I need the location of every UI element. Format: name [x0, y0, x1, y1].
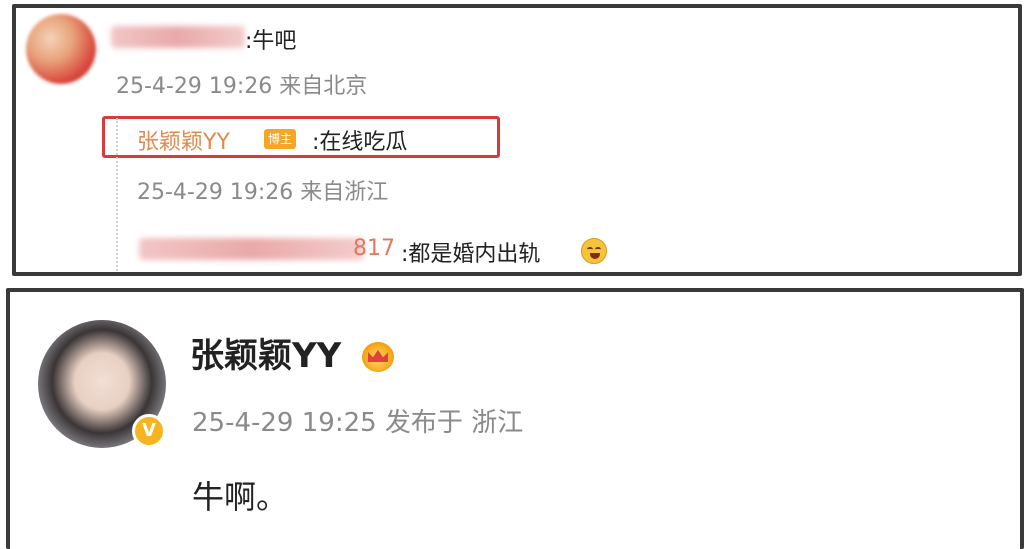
crown-icon — [362, 342, 394, 372]
comment-thread-panel: :牛吧 25-4-29 19:26 来自北京 张颖颖YY 博主 :在线吃瓜 25… — [12, 4, 1022, 276]
reply2-text: :都是婚内出轨 — [401, 242, 541, 267]
commenter-avatar[interactable] — [26, 14, 96, 84]
post-panel: V 张颖颖YY 25-4-29 19:25 发布于 浙江 牛啊。 — [6, 288, 1024, 549]
post-author-name[interactable]: 张颖颖YY — [190, 328, 341, 377]
post-body: 牛啊。 — [192, 478, 289, 516]
thread-divider — [116, 118, 118, 272]
verified-badge-icon: V — [132, 414, 166, 448]
comment-text: :牛吧 — [245, 29, 297, 54]
reply-timestamp: 25-4-29 19:26 来自浙江 — [137, 180, 389, 205]
comment-timestamp: 25-4-29 19:26 来自北京 — [116, 74, 368, 99]
post-meta: 25-4-29 19:25 发布于 浙江 — [192, 408, 524, 438]
author-badge: 博主 — [264, 129, 297, 149]
commenter-name-blurred[interactable] — [111, 26, 245, 48]
reply-text: :在线吃瓜 — [312, 130, 408, 155]
reply2-name-suffix[interactable]: 817 — [353, 236, 395, 261]
reply-author-name[interactable]: 张颖颖YY — [137, 124, 230, 156]
reply2-name-blurred[interactable] — [139, 238, 364, 260]
laugh-cry-icon — [581, 238, 607, 264]
